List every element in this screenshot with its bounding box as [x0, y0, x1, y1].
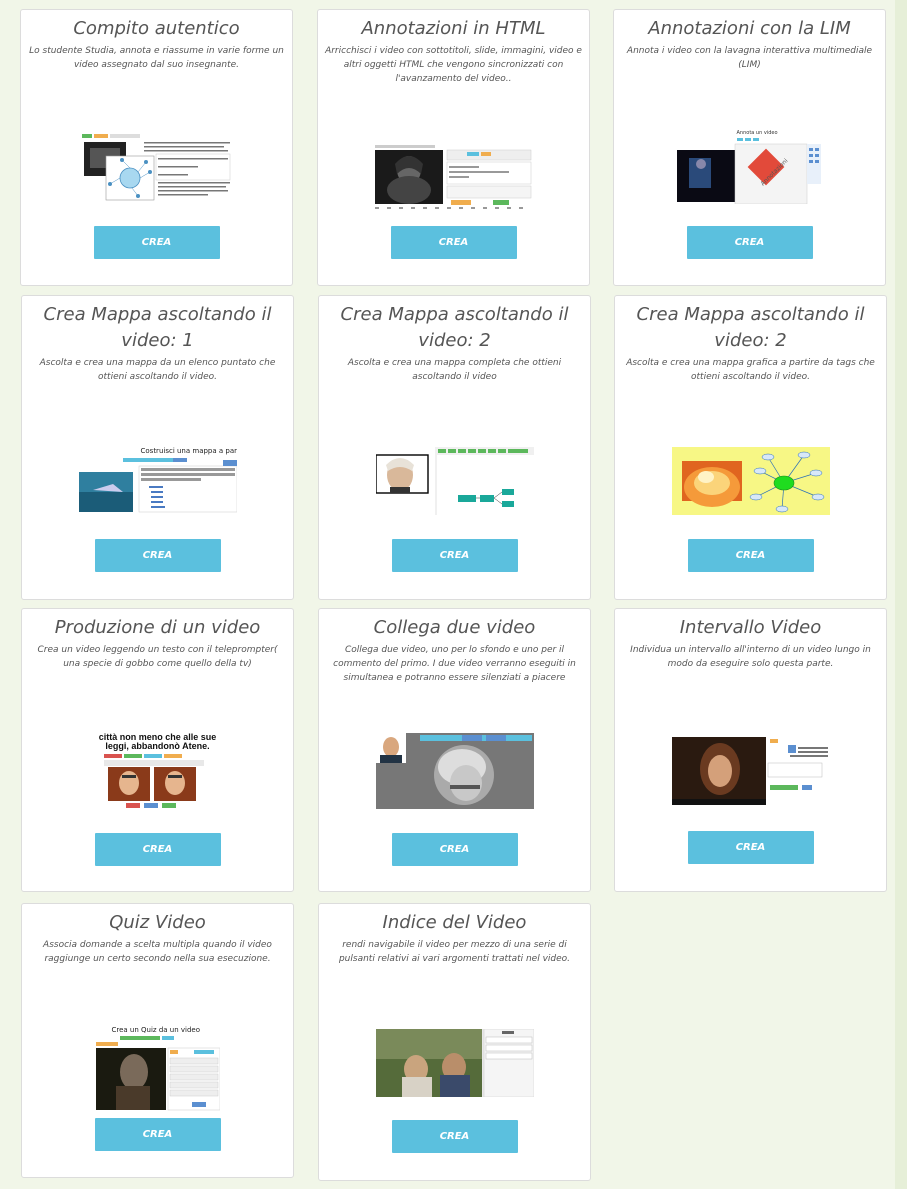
card-description: Ascolta e crea una mappa grafica a parti… — [626, 358, 875, 382]
card-thumbnail: Annota un video Annotazioni — [676, 130, 823, 204]
card-annotazioni-html: Annotazioni in HTML Arricchisci i video … — [317, 9, 590, 286]
card-title: Intervallo Video — [679, 617, 822, 638]
card-description: Arricchisci i video con sottotitoli, sli… — [325, 46, 582, 84]
card-thumbnail — [671, 737, 830, 805]
crea-button[interactable]: CREA — [687, 539, 814, 572]
card-title: Quiz Video — [109, 912, 206, 933]
card-title: Indice del Video — [382, 912, 527, 933]
card-description: Annota i video con la lavagna interattiv… — [626, 46, 873, 70]
crea-button[interactable]: CREA — [94, 833, 221, 866]
card-title: Collega due video — [373, 617, 536, 638]
crea-button[interactable]: CREA — [686, 226, 813, 259]
crea-button[interactable]: CREA — [391, 539, 518, 572]
card-crea-mappa-3: Crea Mappa ascoltando il video: 2 Ascolt… — [614, 295, 887, 600]
crea-button[interactable]: CREA — [687, 831, 814, 864]
card-annotazioni-lim: Annotazioni con la LIM Annota i video co… — [613, 9, 886, 286]
crea-button[interactable]: CREA — [94, 1118, 221, 1151]
card-title: Crea Mappa ascoltando il video: 2 — [340, 304, 569, 351]
card-description: Collega due video, uno per lo sfondo e u… — [333, 645, 576, 683]
card-description: Ascolta e crea una mappa da un elenco pu… — [39, 358, 276, 382]
card-title: Crea Mappa ascoltando il video: 2 — [636, 304, 865, 351]
card-quiz-video: Quiz Video Associa domande a scelta mult… — [21, 903, 294, 1178]
card-compito-autentico: Compito autentico Lo studente Studia, an… — [20, 9, 293, 286]
page-side-strip — [895, 0, 907, 1189]
card-thumbnail — [375, 1029, 534, 1097]
card-thumbnail: Crea un Quiz da un video — [95, 1026, 220, 1112]
crea-button[interactable]: CREA — [391, 1120, 518, 1153]
crea-button[interactable]: CREA — [93, 226, 220, 259]
crea-button[interactable]: CREA — [94, 539, 221, 572]
card-indice-video: Indice del Video rendi navigabile il vid… — [318, 903, 591, 1181]
card-title: Annotazioni con la LIM — [648, 18, 851, 39]
card-title: Compito autentico — [73, 18, 240, 39]
card-thumbnail — [375, 447, 534, 515]
card-description: Associa domande a scelta multipla quando… — [43, 940, 272, 964]
crea-button[interactable]: CREA — [390, 226, 517, 259]
crea-button[interactable]: CREA — [391, 833, 518, 866]
card-thumbnail — [374, 144, 533, 212]
thumbnail-heading: Costruisci una mappa a partire dal v — [140, 447, 237, 455]
card-description: rendi navigabile il video per mezzo di u… — [338, 940, 571, 964]
thumbnail-heading: Annota un video — [736, 130, 778, 136]
card-produzione-video: Produzione di un video Crea un video leg… — [21, 608, 294, 892]
card-description: Crea un video leggendo un testo con il t… — [37, 645, 278, 669]
card-title: Annotazioni in HTML — [361, 18, 546, 39]
card-title: Produzione di un video — [54, 617, 261, 638]
card-description: Individua un intervallo all'interno di u… — [630, 645, 871, 669]
card-crea-mappa-2: Crea Mappa ascoltando il video: 2 Ascolt… — [318, 295, 591, 600]
card-intervallo-video: Intervallo Video Individua un intervallo… — [614, 608, 887, 892]
card-description: Lo studente Studia, annota e riassume in… — [29, 46, 284, 70]
card-thumbnail — [671, 447, 830, 515]
card-crea-mappa-1: Crea Mappa ascoltando il video: 1 Ascolt… — [21, 295, 294, 600]
card-collega-due-video: Collega due video Collega due video, uno… — [318, 608, 591, 892]
card-description: Ascolta e crea una mappa completa che ot… — [347, 358, 562, 382]
card-thumbnail: Costruisci una mappa a partire dal v — [78, 446, 237, 514]
card-thumbnail: città non meno che alle sue leggi, abban… — [98, 733, 218, 809]
card-title: Crea Mappa ascoltando il video: 1 — [43, 304, 272, 351]
card-thumbnail — [81, 134, 232, 202]
card-thumbnail — [375, 733, 534, 809]
